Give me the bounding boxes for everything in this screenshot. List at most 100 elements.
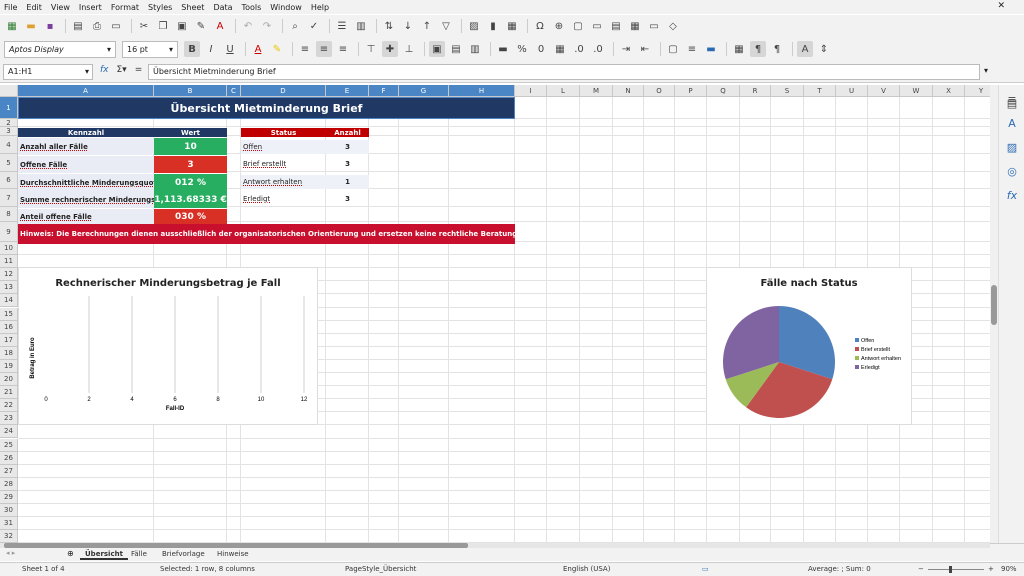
menu-window[interactable]: Window [270, 3, 302, 12]
column-header[interactable]: Q [707, 85, 740, 97]
close-document-icon[interactable]: ✕ [997, 1, 1005, 11]
align-right-icon[interactable]: ≡ [335, 41, 351, 57]
select-all-corner[interactable] [0, 85, 18, 97]
tab-faelle[interactable]: Fälle [126, 548, 152, 560]
vertical-text-icon[interactable]: A [797, 41, 813, 57]
column-header[interactable]: P [675, 85, 707, 97]
print-preview-icon[interactable]: ▭ [108, 18, 124, 34]
row-header[interactable]: 9 [0, 222, 18, 242]
gallery-icon[interactable]: ▨ [1004, 141, 1020, 157]
underline-icon[interactable]: U [222, 41, 238, 57]
column-header[interactable]: M [580, 85, 613, 97]
text-direction-icon[interactable]: ⇕ [816, 41, 832, 57]
sort-icon[interactable]: ⇅ [381, 18, 397, 34]
row-header[interactable]: 31 [0, 517, 18, 531]
split-window-icon[interactable]: ▭ [646, 18, 662, 34]
row-header[interactable]: 24 [0, 425, 18, 439]
align-left-icon[interactable]: ≡ [297, 41, 313, 57]
formula-icon[interactable]: = [135, 65, 143, 75]
menu-styles[interactable]: Styles [148, 3, 172, 12]
sort-descending-icon[interactable]: ↑ [419, 18, 435, 34]
row-header[interactable]: 15 [0, 307, 18, 321]
add-sheet-icon[interactable]: ⊕ [67, 549, 74, 558]
row-header[interactable]: 30 [0, 504, 18, 518]
highlight-color-icon[interactable]: ✎ [269, 41, 285, 57]
menu-data[interactable]: Data [213, 3, 232, 12]
row-header[interactable]: 22 [0, 399, 18, 413]
status-cell[interactable]: Erledigt [241, 192, 326, 206]
row-header[interactable]: 6 [0, 172, 18, 189]
align-bottom-icon[interactable]: ⊥ [401, 41, 417, 57]
tab-navigation-icon[interactable]: ◂ ▸ [6, 549, 15, 557]
row-header[interactable]: 11 [0, 255, 18, 269]
font-color-icon[interactable]: A [250, 41, 266, 57]
border-color-icon[interactable]: ▬ [703, 41, 719, 57]
menu-tools[interactable]: Tools [242, 3, 262, 12]
zoom-slider[interactable] [928, 569, 984, 570]
count-header[interactable]: Anzahl [326, 128, 369, 137]
spelling-icon[interactable]: ✓ [306, 18, 322, 34]
zoom-out-icon[interactable]: − [918, 565, 924, 573]
show-draw-functions-icon[interactable]: ◇ [665, 18, 681, 34]
align-middle-icon[interactable]: ✚ [382, 41, 398, 57]
row-header[interactable]: 10 [0, 242, 18, 256]
paste-icon[interactable]: ▣ [174, 18, 190, 34]
row-header[interactable]: 32 [0, 530, 18, 543]
column-header[interactable]: H [449, 85, 515, 97]
kpi-label[interactable]: Summe rechnerischer Minderungsbetr. [18, 191, 154, 208]
bar-chart[interactable]: Rechnerischer Minderungsbetrag je Fall B… [18, 267, 318, 425]
print-icon[interactable]: ⎙ [89, 18, 105, 34]
vertical-scroll-thumb[interactable] [991, 285, 997, 325]
new-document-icon[interactable]: ▦ [4, 18, 20, 34]
column-header[interactable]: U [836, 85, 868, 97]
unmerge-icon[interactable]: ▥ [467, 41, 483, 57]
column-header[interactable]: X [933, 85, 965, 97]
count-cell[interactable]: 3 [326, 157, 369, 171]
column-header[interactable]: B [154, 85, 227, 97]
row-header[interactable]: 2 [0, 119, 18, 127]
wrap-text-icon[interactable]: ▣ [429, 41, 445, 57]
status-header[interactable]: Status [241, 128, 326, 137]
row-header[interactable]: 20 [0, 373, 18, 387]
count-cell[interactable]: 3 [326, 192, 369, 206]
bold-icon[interactable]: B [184, 41, 200, 57]
italic-icon[interactable]: I [203, 41, 219, 57]
column-header[interactable]: V [868, 85, 900, 97]
row-header[interactable]: 4 [0, 136, 18, 154]
tab-hinweise[interactable]: Hinweise [212, 548, 254, 560]
hyperlink-icon[interactable]: ⊕ [551, 18, 567, 34]
name-box[interactable]: A1:H1 ▾ [3, 64, 93, 80]
column-header[interactable]: T [804, 85, 836, 97]
decrease-indent-icon[interactable]: ⇤ [637, 41, 653, 57]
comment-icon[interactable]: ▢ [570, 18, 586, 34]
row-header[interactable]: 28 [0, 477, 18, 491]
copy-icon[interactable]: ❐ [155, 18, 171, 34]
row-header[interactable]: 16 [0, 320, 18, 334]
status-cell[interactable]: Brief erstellt [241, 157, 326, 171]
tab-uebersicht[interactable]: Übersicht [80, 548, 128, 560]
menu-insert[interactable]: Insert [79, 3, 102, 12]
sort-ascending-icon[interactable]: ↓ [400, 18, 416, 34]
expand-formula-icon[interactable]: ▾ [984, 66, 988, 75]
kpi-value[interactable]: 012 % [154, 174, 227, 191]
sum-summary[interactable]: Average: ; Sum: 0 [808, 565, 871, 573]
row-header[interactable]: 8 [0, 207, 18, 222]
kpi-label[interactable]: Offene Fälle [18, 156, 154, 173]
borders-icon[interactable]: ▢ [665, 41, 681, 57]
kpi-value[interactable]: 10 [154, 138, 227, 155]
kpi-value[interactable]: 3 [154, 156, 227, 173]
row-header[interactable]: 19 [0, 359, 18, 373]
increase-indent-icon[interactable]: ⇥ [618, 41, 634, 57]
column-header[interactable]: A [18, 85, 154, 97]
page-style[interactable]: PageStyle_Übersicht [345, 565, 416, 573]
row-header[interactable]: 1 [0, 97, 18, 119]
navigator-icon[interactable]: ◎ [1004, 165, 1020, 181]
column-header[interactable]: G [399, 85, 449, 97]
merge-center-icon[interactable]: ▤ [448, 41, 464, 57]
language[interactable]: English (USA) [563, 565, 610, 573]
insert-image-icon[interactable]: ▨ [466, 18, 482, 34]
export-pdf-icon[interactable]: ▤ [70, 18, 86, 34]
left-to-right-icon[interactable]: ¶ [750, 41, 766, 57]
menu-file[interactable]: File [4, 3, 17, 12]
pivot-table-icon[interactable]: ▦ [504, 18, 520, 34]
